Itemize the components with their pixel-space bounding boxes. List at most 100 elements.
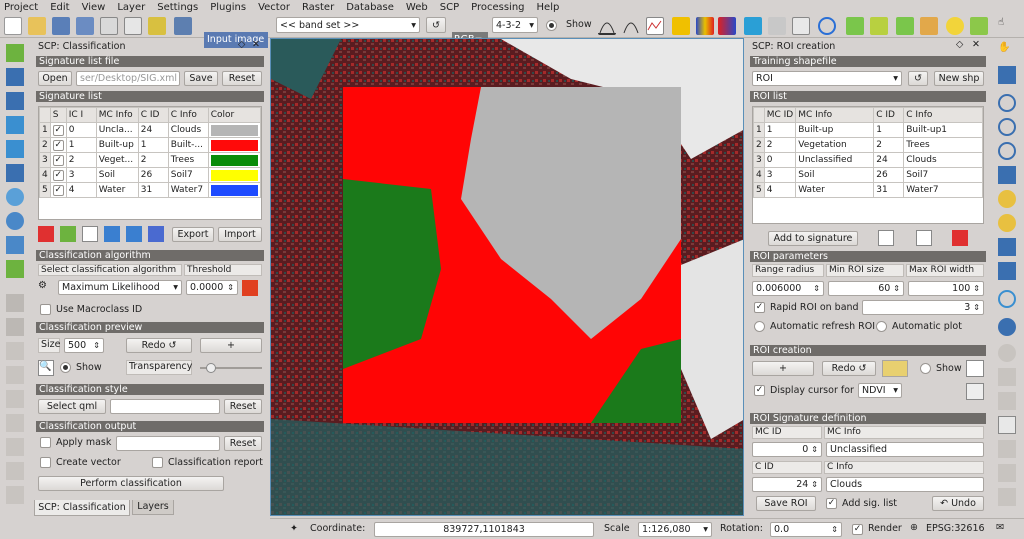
save-as-icon[interactable] — [76, 17, 94, 35]
tab-layers[interactable]: Layers — [132, 500, 174, 515]
delete-signature-icon[interactable] — [38, 226, 54, 242]
refresh-map-icon[interactable] — [818, 17, 836, 35]
qml-path-field[interactable] — [110, 399, 220, 414]
zoom-in-icon[interactable] — [998, 94, 1016, 112]
min-roi-spinbox[interactable]: 60 ⇕ — [828, 281, 904, 296]
add-preview-button[interactable]: + — [200, 338, 262, 353]
magnifier-icon[interactable]: 🔍 — [38, 360, 54, 376]
pan-hand-icon[interactable]: ✋ — [998, 42, 1016, 60]
select-checkbox[interactable]: ✓ — [52, 139, 64, 151]
add-feature-icon[interactable] — [6, 92, 24, 110]
csv-icon[interactable] — [148, 226, 164, 242]
crs-globe-icon[interactable]: ⊕ — [910, 522, 918, 533]
scissors-icon[interactable] — [6, 438, 24, 456]
redo-preview-button[interactable]: Redo ↺ — [126, 338, 192, 353]
reset-mask-button[interactable]: Reset — [224, 436, 262, 451]
col-header[interactable]: C Info — [903, 107, 983, 123]
show-roi-radio[interactable] — [920, 363, 931, 374]
cell-color[interactable] — [207, 122, 262, 138]
create-vector-checkbox[interactable] — [40, 457, 51, 468]
algorithm-select[interactable]: Maximum Likelihood ▾ — [58, 280, 182, 295]
table-row[interactable]: 5 4 Water 31 Water7 — [753, 182, 983, 198]
settings-icon[interactable] — [768, 17, 786, 35]
table-row[interactable]: 2 2 Vegetation 2 Trees — [753, 137, 983, 153]
zoom-next-icon[interactable] — [998, 262, 1016, 280]
col-header[interactable]: IC I — [65, 107, 97, 123]
settings-gear-icon[interactable] — [998, 344, 1016, 362]
float-icon[interactable]: ◇ — [956, 39, 963, 50]
dice-icon[interactable] — [966, 383, 984, 400]
save-icon[interactable] — [52, 17, 70, 35]
import-button[interactable]: Import — [218, 227, 262, 242]
epsg-label[interactable]: EPSG:32616 — [926, 523, 985, 534]
roi-pointer-icon[interactable] — [882, 360, 908, 377]
zoom-full-icon[interactable] — [870, 17, 888, 35]
refresh-icon[interactable]: ↺ — [426, 17, 446, 33]
sig-path-field[interactable]: ser/Desktop/SIG.xml — [76, 71, 180, 86]
table-row[interactable]: 2 ✓ 1 Built-up 1 Built-... — [39, 137, 262, 153]
select-checkbox[interactable]: ✓ — [52, 169, 64, 181]
coordinate-field[interactable]: 839727,1101843 — [374, 522, 594, 537]
pencil-icon[interactable] — [6, 294, 24, 312]
reset-button[interactable]: Reset — [222, 71, 262, 86]
bar-chart-icon[interactable] — [896, 17, 914, 35]
cell-color[interactable] — [207, 167, 262, 183]
plot-signature-icon[interactable] — [82, 226, 98, 242]
roi-table[interactable]: MC ID MC Info C ID C Info 1 1 Built-up 1 Bui… — [752, 106, 984, 224]
add-sig-list-checkbox[interactable]: ✓ — [826, 498, 837, 509]
delete-roi-icon[interactable] — [952, 230, 968, 246]
col-header[interactable]: C ID — [873, 107, 905, 123]
pan-icon[interactable] — [148, 17, 166, 35]
globe-icon[interactable] — [6, 188, 24, 206]
range-radius-spinbox[interactable]: 0.006000 ⇕ — [752, 281, 824, 296]
add-layer-icon[interactable] — [970, 17, 988, 35]
macroclass-checkbox[interactable] — [40, 304, 51, 315]
color-swatch[interactable] — [210, 169, 258, 181]
cursor-index-select[interactable]: NDVI ▾ — [858, 383, 902, 398]
menu-item[interactable]: SCP — [440, 2, 459, 13]
select-checkbox[interactable]: ✓ — [52, 154, 64, 166]
col-header[interactable]: Color — [207, 107, 262, 123]
refresh-icon[interactable]: ↺ — [908, 71, 928, 86]
classification-icon[interactable] — [718, 17, 736, 35]
spin-arrows-icon[interactable]: ⇕ — [973, 303, 980, 312]
reset-style-button[interactable]: Reset — [224, 399, 262, 414]
identify-icon[interactable] — [998, 318, 1016, 336]
size-spinbox[interactable]: 500 ⇕ — [64, 338, 104, 353]
plot-roi-icon[interactable] — [878, 230, 894, 246]
color-swatch[interactable] — [210, 184, 258, 196]
slider-handle[interactable] — [206, 363, 216, 373]
table-row[interactable]: 4 3 Soil 26 Soil7 — [753, 167, 983, 183]
mask-path-field[interactable] — [116, 436, 220, 451]
cell-color[interactable] — [207, 152, 262, 168]
color-swatch[interactable] — [210, 124, 258, 136]
class-report-checkbox[interactable] — [152, 457, 163, 468]
std-deviation-stretch-icon[interactable] — [622, 17, 640, 35]
scatter-roi-icon[interactable] — [916, 230, 932, 246]
show-preview-radio[interactable] — [60, 362, 71, 373]
auto-plot-radio[interactable] — [876, 321, 887, 332]
pen-icon[interactable] — [6, 318, 24, 336]
redo-roi-button[interactable]: Redo ↺ — [822, 361, 876, 376]
c-id-spinbox[interactable]: 24 ⇕ — [752, 477, 822, 492]
add-roi-button[interactable]: + — [752, 361, 814, 376]
refresh-icon[interactable] — [998, 290, 1016, 308]
menu-item[interactable]: Processing — [471, 2, 524, 13]
undo-button[interactable]: ↶ Undo — [932, 496, 984, 511]
threshold-spinbox[interactable]: 0.0000 ⇕ — [186, 280, 238, 295]
open-folder-icon[interactable] — [28, 17, 46, 35]
export-button[interactable]: Export — [172, 227, 214, 242]
menu-item[interactable]: View — [82, 2, 106, 13]
select-checkbox[interactable]: ✓ — [52, 184, 64, 196]
zoom-layer-icon[interactable] — [998, 214, 1016, 232]
c-info-field[interactable]: Clouds — [826, 477, 984, 492]
pan-to-selection-icon[interactable] — [998, 66, 1016, 84]
spectral-plot-icon[interactable] — [646, 17, 664, 35]
deselect-icon[interactable] — [998, 392, 1016, 410]
cell-checkbox[interactable]: ✓ — [49, 152, 67, 168]
max-roi-spinbox[interactable]: 100 ⇕ — [908, 281, 984, 296]
close-icon[interactable]: ✕ — [972, 39, 980, 50]
spin-arrows-icon[interactable]: ⇕ — [811, 480, 818, 489]
messages-icon[interactable]: ✉ — [996, 522, 1004, 533]
rapid-roi-checkbox[interactable]: ✓ — [754, 302, 765, 313]
